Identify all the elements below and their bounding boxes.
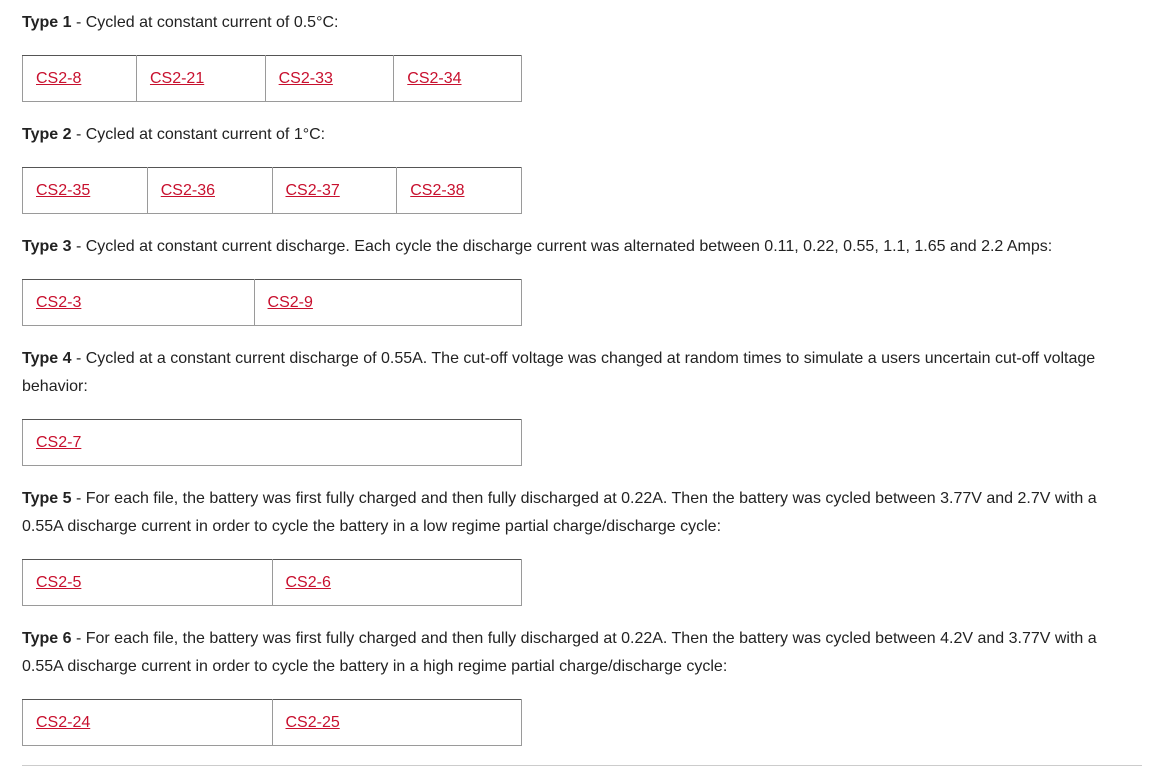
table-cell: CS2-8 (22, 55, 137, 102)
table-cell: CS2-24 (22, 699, 273, 746)
file-link-cs2-35[interactable]: CS2-35 (36, 182, 90, 199)
type-1-section: Type 1 - Cycled at constant current of 0… (22, 9, 1142, 102)
file-link-cs2-24[interactable]: CS2-24 (36, 714, 90, 731)
section-divider (22, 765, 1142, 766)
type-5-text: - For each file, the battery was first f… (22, 490, 1097, 535)
file-link-cs2-25[interactable]: CS2-25 (286, 714, 340, 731)
file-link-cs2-21[interactable]: CS2-21 (150, 70, 204, 87)
type-2-file-table: CS2-35 CS2-36 CS2-37 CS2-38 (22, 167, 522, 214)
table-row: CS2-7 (22, 419, 522, 466)
file-link-cs2-33[interactable]: CS2-33 (279, 70, 333, 87)
type-4-section: Type 4 - Cycled at a constant current di… (22, 345, 1142, 466)
type-5-section: Type 5 - For each file, the battery was … (22, 485, 1142, 606)
type-1-description: Type 1 - Cycled at constant current of 0… (22, 9, 1142, 37)
file-link-cs2-37[interactable]: CS2-37 (286, 182, 340, 199)
table-cell: CS2-37 (271, 167, 398, 214)
type-3-description: Type 3 - Cycled at constant current disc… (22, 233, 1142, 261)
table-row: CS2-8 CS2-21 CS2-33 CS2-34 (22, 55, 522, 102)
table-row: CS2-24 CS2-25 (22, 699, 522, 746)
type-4-text: - Cycled at a constant current discharge… (22, 350, 1096, 395)
type-1-text: - Cycled at constant current of 0.5°C: (71, 14, 339, 31)
type-6-section: Type 6 - For each file, the battery was … (22, 625, 1142, 746)
table-cell: CS2-6 (271, 559, 522, 606)
type-3-label: Type 3 (22, 238, 72, 255)
type-6-text: - For each file, the battery was first f… (22, 630, 1097, 675)
file-link-cs2-34[interactable]: CS2-34 (407, 70, 461, 87)
table-row: CS2-3 CS2-9 (22, 279, 523, 326)
file-link-cs2-38[interactable]: CS2-38 (410, 182, 464, 199)
table-cell: CS2-3 (22, 279, 255, 326)
table-cell: CS2-9 (253, 279, 523, 326)
table-cell: CS2-25 (271, 699, 522, 746)
type-1-label: Type 1 (22, 14, 72, 31)
table-cell: CS2-7 (22, 419, 522, 466)
table-cell: CS2-35 (22, 167, 148, 214)
type-2-label: Type 2 (22, 126, 72, 143)
type-6-file-table: CS2-24 CS2-25 (22, 699, 522, 746)
file-link-cs2-7[interactable]: CS2-7 (36, 434, 81, 451)
file-link-cs2-36[interactable]: CS2-36 (161, 182, 215, 199)
file-link-cs2-3[interactable]: CS2-3 (36, 294, 81, 311)
table-row: CS2-35 CS2-36 CS2-37 CS2-38 (22, 167, 522, 214)
table-cell: CS2-33 (264, 55, 395, 102)
type-6-label: Type 6 (22, 630, 72, 647)
type-2-section: Type 2 - Cycled at constant current of 1… (22, 121, 1142, 214)
type-1-file-table: CS2-8 CS2-21 CS2-33 CS2-34 (22, 55, 522, 102)
type-4-file-table: CS2-7 (22, 419, 522, 466)
type-5-file-table: CS2-5 CS2-6 (22, 559, 522, 606)
table-cell: CS2-5 (22, 559, 273, 606)
file-link-cs2-9[interactable]: CS2-9 (268, 294, 313, 311)
file-link-cs2-5[interactable]: CS2-5 (36, 574, 81, 591)
table-cell: CS2-36 (146, 167, 273, 214)
type-2-description: Type 2 - Cycled at constant current of 1… (22, 121, 1142, 149)
type-5-description: Type 5 - For each file, the battery was … (22, 485, 1142, 541)
table-cell: CS2-38 (396, 167, 522, 214)
type-2-text: - Cycled at constant current of 1°C: (71, 126, 326, 143)
type-4-description: Type 4 - Cycled at a constant current di… (22, 345, 1102, 401)
file-link-cs2-6[interactable]: CS2-6 (286, 574, 331, 591)
type-4-label: Type 4 (22, 350, 72, 367)
file-link-cs2-8[interactable]: CS2-8 (36, 70, 81, 87)
table-cell: CS2-34 (393, 55, 522, 102)
type-5-label: Type 5 (22, 490, 72, 507)
type-3-text: - Cycled at constant current discharge. … (71, 238, 1053, 255)
table-row: CS2-5 CS2-6 (22, 559, 522, 606)
type-3-section: Type 3 - Cycled at constant current disc… (22, 233, 1142, 326)
type-3-file-table: CS2-3 CS2-9 (22, 279, 523, 326)
table-cell: CS2-21 (135, 55, 266, 102)
type-6-description: Type 6 - For each file, the battery was … (22, 625, 1142, 681)
